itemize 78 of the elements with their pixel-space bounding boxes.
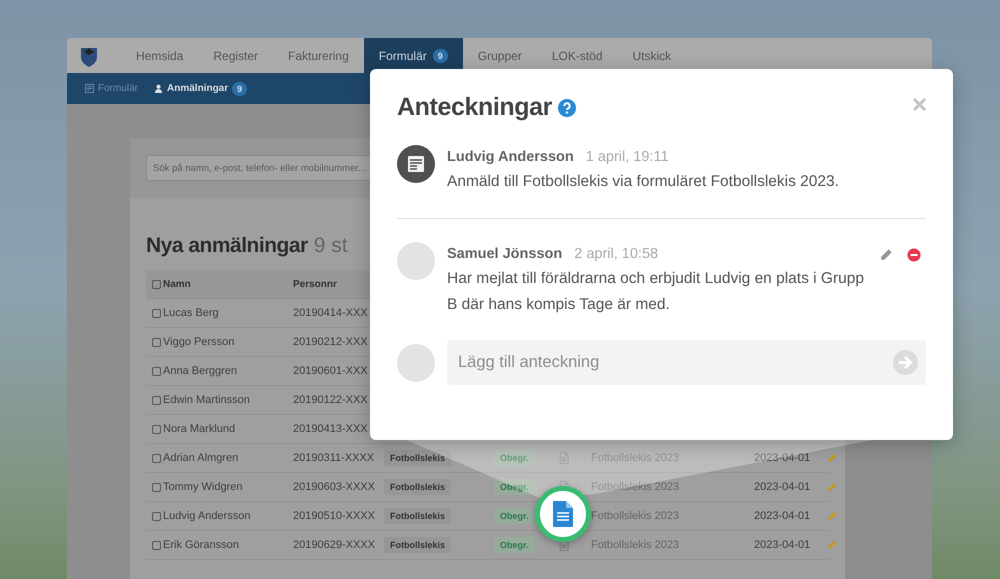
status-badge: Obegr. (494, 450, 535, 466)
name-cell-text: Tommy Widgren (163, 481, 244, 493)
personnr-cell-text: 20190414-XXX (293, 307, 369, 319)
nav-tab[interactable]: Hemsida (121, 38, 198, 74)
document-icon[interactable] (559, 452, 569, 464)
group-tag: Fotbollslekis (384, 479, 452, 495)
nav-tab[interactable]: Utskick (618, 38, 686, 74)
dialog-title: Anteckningar (397, 93, 552, 122)
form-icon (85, 84, 94, 94)
registration-count: 9 st (314, 234, 348, 258)
status-badge: Obegr. (494, 508, 535, 524)
form-cell-text: Fotbollslekis 2023 (591, 539, 680, 551)
group-tag: Fotbollslekis (384, 450, 452, 466)
note-time: 1 april, 19:11 (586, 149, 669, 165)
row-checkbox[interactable] (152, 338, 161, 346)
row-checkbox[interactable] (152, 540, 161, 550)
select-all-checkbox[interactable] (152, 280, 161, 288)
personnr-cell-text: 20190510-XXXX (293, 510, 376, 522)
personnr-cell-text: 20190629-XXXX (293, 539, 376, 551)
status-badge: Obegr. (494, 479, 535, 495)
subnav-tab[interactable]: Anmälningar 9 (154, 82, 248, 96)
date-cell-text: 2023-04-01 (754, 452, 812, 464)
note-author: Ludvig Andersson (447, 149, 574, 165)
group-tag: Fotbollslekis (384, 537, 452, 553)
column-header[interactable]: Namn (163, 278, 293, 290)
status-badge: Obegr. (494, 537, 535, 553)
form-cell-text: Fotbollslekis 2023 (591, 481, 680, 493)
club-crest-logo[interactable] (79, 45, 99, 67)
name-cell-text: Erik Göransson (163, 539, 240, 551)
avatar-photo-placeholder (397, 242, 435, 280)
count-badge: 9 (232, 82, 248, 96)
nav-tab[interactable]: Grupper (462, 38, 537, 74)
group-tag: Fotbollslekis (384, 508, 452, 524)
name-cell-text: Ludvig Andersson (163, 510, 252, 522)
form-cell-text: Fotbollslekis 2023 (591, 510, 680, 522)
date-cell-text: 2023-04-01 (754, 539, 812, 551)
personnr-cell-text: 20190413-XXX (293, 423, 369, 435)
nav-tab[interactable]: LOK-stöd (536, 38, 618, 74)
note-time: 2 april, 10:58 (574, 246, 658, 262)
nav-tab[interactable]: Fakturering (273, 38, 364, 74)
pencil-icon[interactable] (879, 248, 893, 262)
close-icon[interactable] (912, 97, 927, 112)
note-text: Anmäld till Fotbollslekis via formuläret Fotbollslekis 2023. (447, 172, 840, 192)
row-checkbox[interactable] (152, 308, 161, 318)
document-icon (553, 501, 573, 527)
date-cell-text: 2023-04-01 (754, 510, 812, 522)
row-checkbox[interactable] (152, 366, 161, 376)
note-input-field[interactable]: Lägg till anteckning (447, 340, 926, 385)
name-cell-text: Edwin Martinsson (163, 394, 251, 406)
subnav-tab[interactable]: Formulär (85, 83, 138, 94)
delete-icon[interactable] (907, 248, 921, 262)
name-cell-text: Lucas Berg (163, 307, 220, 319)
user-icon (154, 84, 164, 94)
avatar-photo-placeholder (397, 344, 435, 382)
section-title: Nya anmälningar (146, 234, 308, 258)
row-checkbox[interactable] (152, 482, 161, 492)
form-avatar (397, 145, 435, 183)
name-cell-text: Nora Marklund (163, 423, 236, 435)
personnr-cell-text: 20190603-XXXX (293, 481, 376, 493)
personnr-cell-text: 20190311-XXXX (293, 452, 376, 464)
note-text: Har mejlat till föräldrarna och erbjudit Ludvig en plats i Grupp B där hans kompis Tage är med. (447, 269, 865, 315)
personnr-cell-text: 20190601-XXX (293, 365, 369, 377)
name-cell-text: Anna Berggren (163, 365, 238, 377)
row-checkbox[interactable] (152, 454, 161, 462)
name-cell-text: Adrian Almgren (163, 452, 240, 464)
row-checkbox[interactable] (152, 424, 161, 434)
nav-tab[interactable]: Register (198, 38, 274, 74)
row-checkbox[interactable] (152, 512, 161, 520)
personnr-cell-text: 20190212-XXX (293, 336, 369, 348)
count-badge: 9 (432, 48, 448, 63)
personnr-cell-text: 20190122-XXX (293, 394, 369, 406)
date-cell-text: 2023-04-01 (754, 481, 812, 493)
row-checkbox[interactable] (152, 396, 161, 404)
note-author: Samuel Jönsson (447, 246, 562, 262)
name-cell-text: Viggo Persson (163, 336, 236, 348)
nav-tab[interactable]: Formulär 9 (364, 38, 463, 74)
search-field[interactable]: Sök på namn, e-post, telefon- eller mobilnummer... (146, 155, 372, 181)
help-icon[interactable] (558, 98, 576, 116)
